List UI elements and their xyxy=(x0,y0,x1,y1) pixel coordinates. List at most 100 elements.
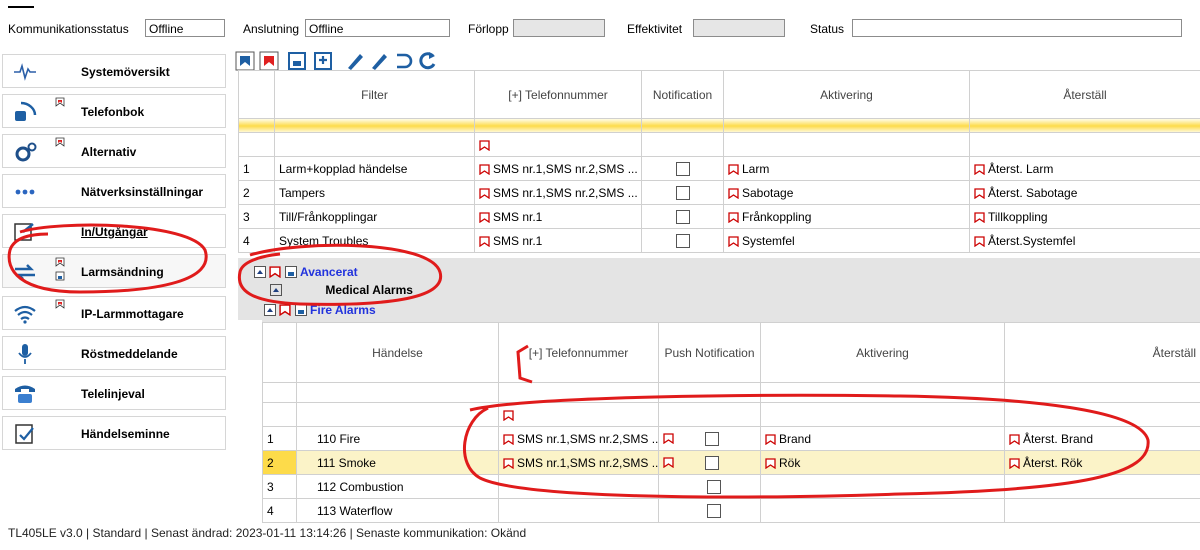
notification-checkbox[interactable] xyxy=(675,185,690,200)
reset-cell[interactable] xyxy=(1004,498,1200,523)
column-header-activation[interactable]: Aktivering xyxy=(723,70,970,119)
phone-cell[interactable]: SMS nr.1,SMS nr.2,SMS ... xyxy=(498,426,659,451)
activation-cell[interactable]: Brand xyxy=(760,426,1005,451)
collapse-icon[interactable] xyxy=(264,303,276,316)
import-icon[interactable] xyxy=(234,50,256,72)
notification-cell xyxy=(641,204,724,229)
save-badge-icon[interactable] xyxy=(294,303,307,316)
reset-cell[interactable]: Tillkoppling xyxy=(969,204,1200,229)
phone-cell[interactable] xyxy=(498,474,659,499)
filter-cell[interactable]: Larm+kopplad händelse xyxy=(274,156,475,181)
filter-cell[interactable]: Tampers xyxy=(274,180,475,205)
column-header-filter[interactable]: Filter xyxy=(274,70,475,119)
efficiency-field[interactable] xyxy=(693,19,785,37)
phone-cell[interactable]: SMS nr.1 xyxy=(474,204,642,229)
table-row[interactable]: 4 113 Waterflow xyxy=(262,498,1200,523)
phone-cell[interactable]: SMS nr.1,SMS nr.2,SMS ... xyxy=(498,450,659,475)
reset-cell[interactable]: Återst. Larm xyxy=(969,156,1200,181)
sidebar-item-io[interactable]: In/Utgångar xyxy=(2,214,226,248)
table-row[interactable]: 1 110 Fire SMS nr.1,SMS nr.2,SMS ... Bra… xyxy=(262,426,1200,451)
column-header-reset[interactable]: Återställ xyxy=(1004,322,1200,383)
filter-cell[interactable]: Till/Frånkopplingar xyxy=(274,204,475,229)
push-checkbox[interactable] xyxy=(705,431,719,446)
send-arrow-icon[interactable] xyxy=(269,266,281,279)
advanced-header[interactable]: Avancerat xyxy=(254,264,358,279)
save-badge-icon[interactable] xyxy=(284,265,297,278)
event-cell[interactable]: 111 Smoke xyxy=(296,450,499,475)
send-arrow-icon[interactable] xyxy=(663,433,674,445)
activation-cell[interactable]: Sabotage xyxy=(723,180,970,205)
sidebar-item-alternatives[interactable]: Alternativ xyxy=(2,134,226,168)
fire-link[interactable]: Fire Alarms xyxy=(310,303,376,317)
sidebar-item-event-log[interactable]: Händelseminne xyxy=(2,416,226,450)
phone-cell[interactable]: SMS nr.1,SMS nr.2,SMS ... xyxy=(474,180,642,205)
reset-cell[interactable] xyxy=(1004,474,1200,499)
export-icon[interactable] xyxy=(286,50,308,72)
event-cell[interactable]: 113 Waterflow xyxy=(296,498,499,523)
collapse-icon[interactable] xyxy=(254,265,266,278)
event-cell[interactable]: 112 Combustion xyxy=(296,474,499,499)
edit-alt-icon[interactable] xyxy=(368,50,390,72)
reset-cell[interactable]: Återst. Brand xyxy=(1004,426,1200,451)
sidebar-item-alarm-sending[interactable]: Larmsändning xyxy=(2,254,226,288)
column-header-push-notification[interactable]: Push Notification xyxy=(658,322,761,383)
notification-checkbox[interactable] xyxy=(675,233,690,248)
activation-cell[interactable]: Larm xyxy=(723,156,970,181)
undo-icon[interactable] xyxy=(392,50,414,72)
sidebar-item-phonebook[interactable]: Telefonbok xyxy=(2,94,226,128)
activation-cell[interactable] xyxy=(760,498,1005,523)
connection-field[interactable]: Offline xyxy=(305,19,450,37)
table-row-selected[interactable]: 2 111 Smoke SMS nr.1,SMS nr.2,SMS ... Rö… xyxy=(262,450,1200,475)
sidebar-item-network-settings[interactable]: Nätverksinställningar xyxy=(2,174,226,208)
sidebar-item-ip-receiver[interactable]: IP-Larmmottagare xyxy=(2,296,226,330)
table-row[interactable]: 3 Till/Frånkopplingar SMS nr.1 Frånkoppl… xyxy=(238,204,1200,229)
send-arrow-icon[interactable] xyxy=(279,304,291,317)
filter-cell[interactable]: System Troubles xyxy=(274,228,475,253)
phone-cell[interactable]: SMS nr.1,SMS nr.2,SMS ... xyxy=(474,156,642,181)
status-field[interactable] xyxy=(852,19,1182,37)
activation-cell[interactable]: Systemfel xyxy=(723,228,970,253)
sidebar-item-system-overview[interactable]: Systemöversikt xyxy=(2,54,226,88)
progress-field[interactable] xyxy=(513,19,605,37)
activation-cell[interactable]: Frånkoppling xyxy=(723,204,970,229)
reset-cell[interactable]: Återst. Rök xyxy=(1004,450,1200,475)
table-row[interactable]: 1 Larm+kopplad händelse SMS nr.1,SMS nr.… xyxy=(238,156,1200,181)
edit-icon[interactable] xyxy=(344,50,366,72)
sidebar-item-line-select[interactable]: Telelinjeval xyxy=(2,376,226,410)
sidebar-item-voice-message[interactable]: Röstmeddelande xyxy=(2,336,226,370)
phone-cell[interactable]: SMS nr.1 xyxy=(474,228,642,253)
activation-cell[interactable]: Rök xyxy=(760,450,1005,475)
notification-checkbox[interactable] xyxy=(675,209,690,224)
column-header-notification[interactable]: Notification xyxy=(641,70,724,119)
column-header-activation[interactable]: Aktivering xyxy=(760,322,1005,383)
column-header-reset[interactable]: Återställ xyxy=(969,70,1200,119)
send-arrow-icon[interactable] xyxy=(503,410,514,421)
comm-status-field[interactable]: Offline xyxy=(145,19,225,37)
reset-cell[interactable]: Återst.Systemfel xyxy=(969,228,1200,253)
refresh-icon[interactable] xyxy=(416,50,438,72)
column-header-phone[interactable]: [+] Telefonnummer xyxy=(474,70,642,119)
collapse-icon[interactable] xyxy=(270,283,282,296)
reset-cell[interactable]: Återst. Sabotage xyxy=(969,180,1200,205)
push-checkbox[interactable] xyxy=(707,479,721,494)
new-row[interactable] xyxy=(238,132,1200,157)
table-row[interactable]: 3 112 Combustion xyxy=(262,474,1200,499)
column-header-event[interactable]: Händelse xyxy=(296,322,499,383)
table-row[interactable]: 4 System Troubles SMS nr.1 Systemfel Åte… xyxy=(238,228,1200,253)
medical-header[interactable]: Medical Alarms xyxy=(270,282,413,297)
event-cell[interactable]: 110 Fire xyxy=(296,426,499,451)
push-checkbox[interactable] xyxy=(705,455,719,470)
send-icon[interactable] xyxy=(258,50,280,72)
table-row[interactable]: 2 Tampers SMS nr.1,SMS nr.2,SMS ... Sabo… xyxy=(238,180,1200,205)
send-arrow-icon[interactable] xyxy=(479,140,490,151)
fire-header[interactable]: Fire Alarms xyxy=(264,302,376,317)
activation-cell[interactable] xyxy=(760,474,1005,499)
notification-checkbox[interactable] xyxy=(675,161,690,176)
new-row[interactable] xyxy=(262,402,1200,427)
push-checkbox[interactable] xyxy=(707,503,721,518)
phone-cell[interactable] xyxy=(498,498,659,523)
advanced-link[interactable]: Avancerat xyxy=(300,265,358,279)
send-arrow-icon[interactable] xyxy=(663,457,674,469)
save-icon[interactable] xyxy=(312,50,334,72)
column-header-phone[interactable]: [+] Telefonnummer xyxy=(498,322,659,383)
